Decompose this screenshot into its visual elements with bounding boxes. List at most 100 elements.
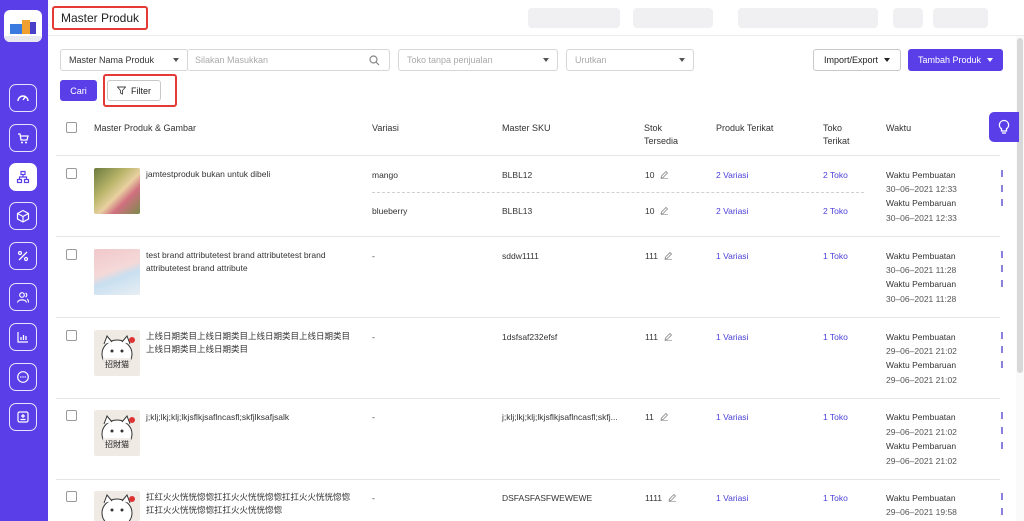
sort-placeholder: Urutkan (575, 55, 607, 65)
field-select-value: Master Nama Produk (69, 55, 155, 65)
select-all-checkbox[interactable] (66, 122, 77, 133)
stock-number: 1111 (645, 493, 663, 503)
page-title: Master Produk (52, 6, 149, 30)
row-checkbox[interactable] (66, 330, 77, 341)
sort-select[interactable]: Urutkan (566, 49, 694, 71)
filter-button[interactable]: Filter (107, 80, 161, 101)
search-input[interactable]: Silakan Masukkan (187, 49, 390, 71)
row-checkbox[interactable] (66, 491, 77, 502)
col-product: Master Produk & Gambar (94, 123, 197, 133)
chat-icon[interactable] (9, 363, 37, 391)
hidden-column-edge (1001, 361, 1003, 368)
linked-stores-link[interactable]: 1 Toko (823, 331, 848, 344)
linked-stores-link[interactable]: 1 Toko (823, 492, 848, 505)
chevron-down-icon (173, 58, 179, 62)
svg-text:招財猫: 招財猫 (105, 439, 129, 449)
blurred-info (633, 8, 713, 28)
updated-label: Waktu Pembaruan (886, 198, 957, 208)
row-checkbox[interactable] (66, 249, 77, 260)
stock-number: 111 (645, 251, 658, 261)
add-product-label: Tambah Produk (917, 55, 982, 65)
sku-value: DSFASFASFWEWEWE (502, 493, 593, 503)
hierarchy-icon[interactable] (9, 163, 37, 191)
blurred-info (528, 8, 620, 28)
stock-value: 111 (645, 331, 673, 344)
edit-icon[interactable] (664, 332, 673, 341)
linked-stores-link[interactable]: 1 Toko (823, 411, 848, 424)
app-logo[interactable] (4, 10, 42, 42)
product-name[interactable]: 扛红火火恍恍惚惚扛扛火火恍恍惚惚扛扛火火恍恍惚惚扛扛火火恍恍惚惚扛扛火火恍恍惚惚 (146, 491, 351, 517)
sku-value: j;klj;lkj;klj;lkjsflkjsaflncasfl;skfj... (502, 412, 618, 422)
product-image[interactable] (94, 168, 140, 214)
stock-value: 10 (645, 205, 669, 218)
row-checkbox[interactable] (66, 410, 77, 421)
variant-name: blueberry (372, 206, 408, 216)
divider (56, 398, 1000, 399)
hidden-column-edge (1001, 251, 1003, 258)
product-image[interactable] (94, 491, 140, 521)
product-name[interactable]: 上线日期类目上线日期类目上线日期类目上线日期类目上线日期类目上线日期类目 (146, 330, 351, 356)
import-export-button[interactable]: Import/Export (813, 49, 901, 71)
col-stores-line1: Toko (823, 123, 843, 133)
field-select[interactable]: Master Nama Produk (60, 49, 188, 71)
cart-icon[interactable] (9, 124, 37, 152)
add-product-button[interactable]: Tambah Produk (908, 49, 1003, 71)
product-image[interactable] (94, 249, 140, 295)
sku-value: sddw1111 (502, 251, 539, 261)
linked-variants-link[interactable]: 2 Variasi (716, 169, 748, 182)
col-stores: Toko Terikat (823, 122, 850, 148)
import-export-label: Import/Export (823, 55, 879, 65)
edit-icon[interactable] (660, 170, 669, 179)
col-stock-line2: Tersedia (644, 136, 679, 146)
linked-variants-link[interactable]: 2 Variasi (716, 205, 748, 218)
hidden-column-edge (1001, 442, 1003, 449)
row-checkbox[interactable] (66, 168, 77, 179)
variant-name: - (372, 493, 375, 503)
created-label: Waktu Pembuatan (886, 493, 956, 503)
product-image[interactable]: 招財猫 (94, 330, 140, 376)
linked-variants-link[interactable]: 1 Variasi (716, 411, 748, 424)
stock-number: 111 (645, 332, 658, 342)
chevron-down-icon (884, 58, 891, 62)
users-icon[interactable] (9, 283, 37, 311)
store-filter-select[interactable]: Toko tanpa penjualan (398, 49, 558, 71)
linked-variants-link[interactable]: 1 Variasi (716, 492, 748, 505)
linked-stores-link[interactable]: 1 Toko (823, 250, 848, 263)
sku-value: BLBL13 (502, 206, 533, 216)
box-icon[interactable] (9, 202, 37, 230)
chevron-down-icon (543, 58, 549, 62)
percent-icon[interactable] (9, 242, 37, 270)
created-time: 29–06–2021 19:58 (886, 507, 957, 517)
blurred-info (933, 8, 988, 28)
dashboard-icon[interactable] (9, 84, 37, 112)
product-name[interactable]: test brand attributetest brand attribute… (146, 249, 356, 275)
col-variant: Variasi (372, 123, 399, 133)
stock-number: 11 (645, 412, 654, 422)
search-button[interactable]: Cari (60, 80, 97, 101)
edit-icon[interactable] (660, 206, 669, 215)
scrollbar-thumb[interactable] (1017, 38, 1023, 373)
product-image[interactable]: 招財猫 (94, 410, 140, 456)
edit-icon[interactable] (664, 251, 673, 260)
product-name[interactable]: j;klj;lkj;klj;lkjsflkjsaflncasfl;skfjlks… (146, 411, 356, 424)
hidden-column-edge (1001, 427, 1003, 434)
edit-icon[interactable] (668, 493, 677, 502)
edit-icon[interactable] (660, 412, 669, 421)
search-icon[interactable] (369, 55, 380, 66)
variant-name: - (372, 332, 375, 342)
hidden-column-edge (1001, 185, 1003, 192)
chevron-down-icon (679, 58, 685, 62)
chart-icon[interactable] (9, 323, 37, 351)
stock-value: 10 (645, 169, 669, 182)
hidden-column-edge (1001, 346, 1003, 353)
col-time: Waktu (886, 123, 912, 133)
tips-button[interactable] (989, 112, 1019, 142)
add-box-icon[interactable] (9, 403, 37, 431)
product-name[interactable]: jamtestproduk bukan untuk dibeli (146, 168, 356, 181)
linked-stores-link[interactable]: 2 Toko (823, 169, 848, 182)
variant-name: - (372, 251, 375, 261)
linked-stores-link[interactable]: 2 Toko (823, 205, 848, 218)
linked-variants-link[interactable]: 1 Variasi (716, 331, 748, 344)
sku-value: 1dsfsaf232efsf (502, 332, 558, 342)
linked-variants-link[interactable]: 1 Variasi (716, 250, 748, 263)
